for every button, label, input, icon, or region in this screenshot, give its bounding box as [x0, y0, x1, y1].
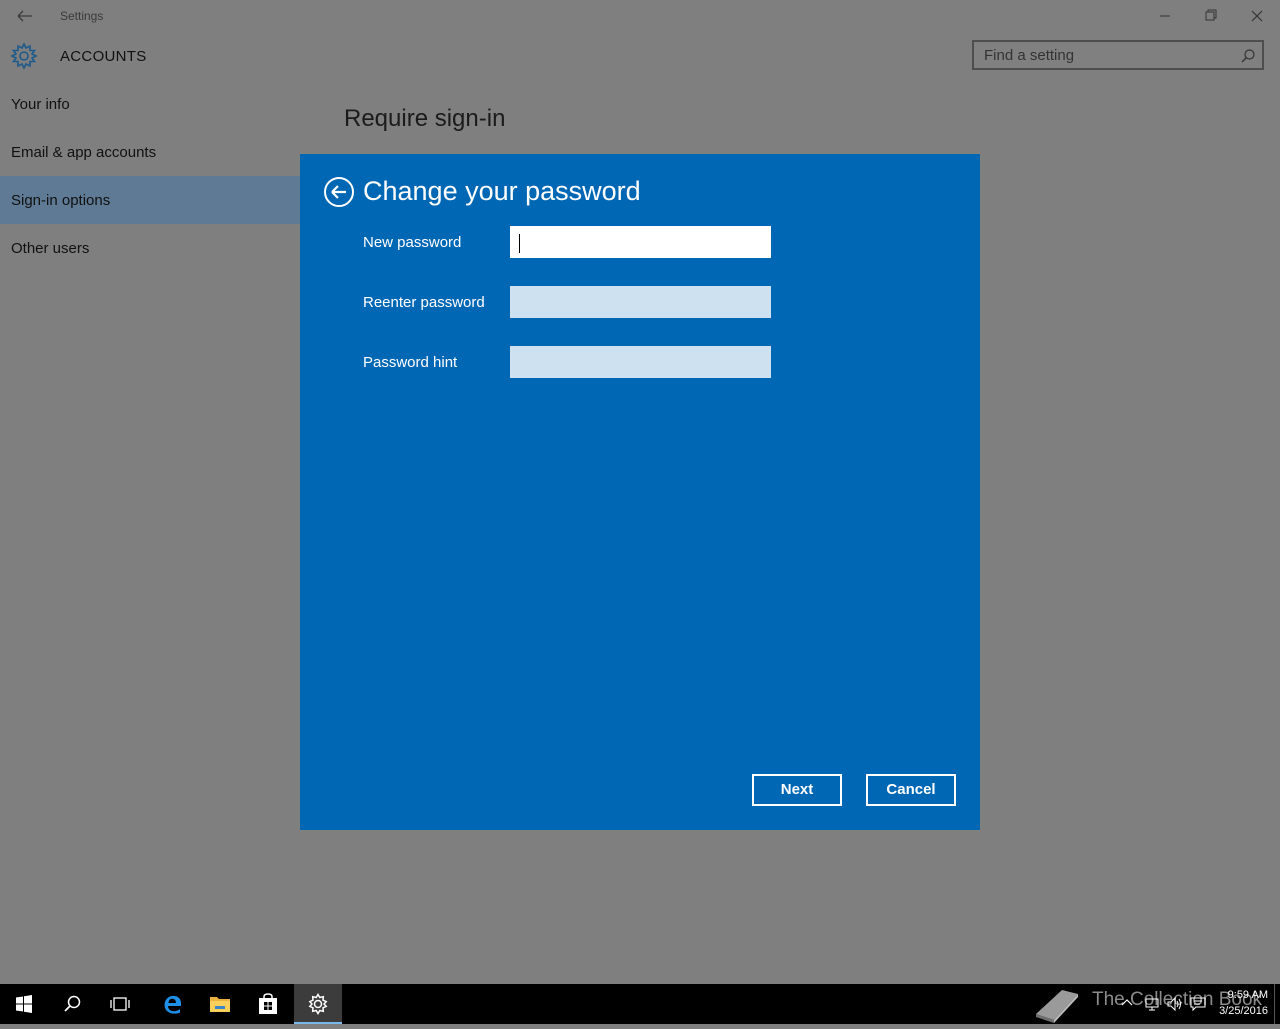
- clock-time: 9:59 AM: [1227, 989, 1268, 1001]
- sidebar-item-other-users[interactable]: Other users: [0, 224, 300, 272]
- search-input[interactable]: Find a setting: [984, 47, 1074, 64]
- task-view-icon[interactable]: [96, 984, 144, 1024]
- search-box[interactable]: Find a setting: [972, 40, 1264, 70]
- section-title: ACCOUNTS: [60, 48, 147, 65]
- file-explorer-icon[interactable]: [196, 984, 244, 1024]
- reenter-password-label: Reenter password: [363, 294, 485, 311]
- start-icon[interactable]: [0, 984, 48, 1024]
- close-button[interactable]: [1234, 0, 1280, 32]
- book-icon: [1036, 990, 1078, 1023]
- password-hint-label: Password hint: [363, 354, 458, 371]
- network-icon[interactable]: [1144, 996, 1160, 1017]
- settings-icon[interactable]: [294, 984, 342, 1024]
- edge-icon[interactable]: [148, 984, 196, 1024]
- sidebar-item-label: Sign-in options: [11, 192, 111, 209]
- new-password-field[interactable]: [510, 226, 771, 258]
- sidebar-item-label: Other users: [11, 240, 90, 257]
- search-icon[interactable]: [1240, 48, 1256, 64]
- show-desktop-button[interactable]: [1274, 984, 1275, 1024]
- next-button[interactable]: Next: [752, 774, 842, 806]
- title-bar: Settings: [0, 0, 1280, 32]
- back-arrow-icon[interactable]: [12, 6, 36, 26]
- cancel-button[interactable]: Cancel: [866, 774, 956, 806]
- window-title: Settings: [60, 9, 104, 23]
- page-title: Require sign-in: [344, 105, 506, 132]
- gear-icon: [10, 42, 38, 70]
- clock-date: 3/25/2016: [1219, 1005, 1268, 1017]
- restore-button[interactable]: [1188, 0, 1234, 32]
- reenter-password-field[interactable]: [510, 286, 771, 318]
- sidebar-item-label: Your info: [11, 96, 70, 113]
- sidebar-item-label: Email & app accounts: [11, 144, 157, 161]
- back-circle-icon[interactable]: [323, 176, 355, 208]
- clock[interactable]: 9:59 AM 3/25/2016: [1200, 987, 1268, 1019]
- sidebar-item-your-info[interactable]: Your info: [0, 80, 300, 128]
- sidebar-item-email-app-accounts[interactable]: Email & app accounts: [0, 128, 300, 176]
- new-password-label: New password: [363, 234, 462, 251]
- search-icon[interactable]: [48, 984, 96, 1024]
- text-caret: [519, 234, 520, 253]
- change-password-dialog: Change your password New password Reente…: [300, 154, 980, 830]
- chevron-up-icon[interactable]: [1120, 996, 1134, 1015]
- store-icon[interactable]: [244, 984, 292, 1024]
- minimize-button[interactable]: [1142, 0, 1188, 32]
- dialog-title: Change your password: [363, 176, 641, 206]
- password-hint-field[interactable]: [510, 346, 771, 378]
- settings-header: ACCOUNTS Find a setting: [0, 32, 1280, 80]
- sidebar: Your info Email & app accounts Sign-in o…: [0, 80, 319, 984]
- sidebar-item-sign-in-options[interactable]: Sign-in options: [0, 176, 300, 224]
- volume-icon[interactable]: [1166, 996, 1184, 1017]
- taskbar: The Collection Book 9:59 AM 3/25/2016: [0, 984, 1280, 1024]
